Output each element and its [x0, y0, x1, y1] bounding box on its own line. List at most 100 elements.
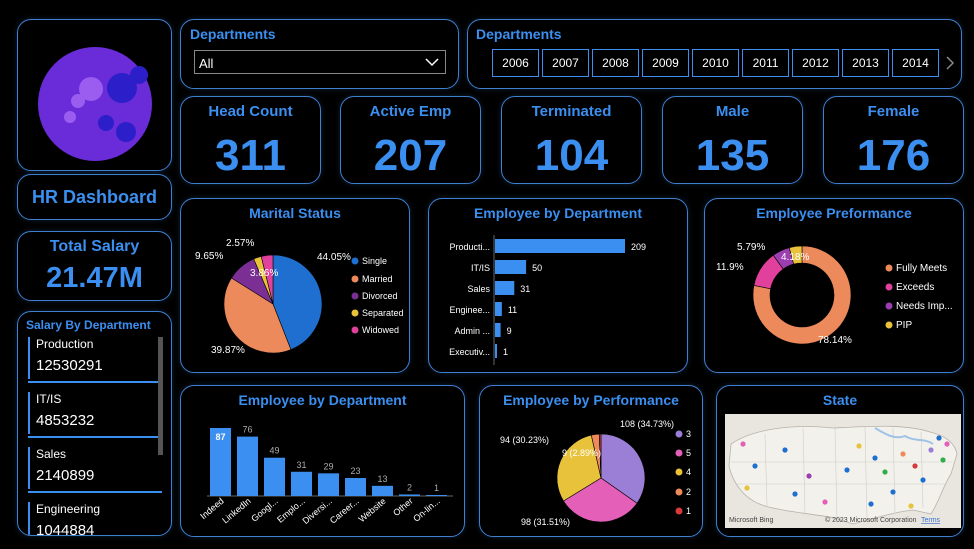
us-map[interactable]: Microsoft Bing © 2023 Microsoft Corporat… — [725, 414, 961, 528]
donut-legend-exceeds: Exceeds — [896, 282, 934, 293]
performance-donut-chart: Employee Preformance 78.14% 11.9% 5.79% … — [704, 198, 964, 373]
hbar-value-1: 50 — [532, 263, 542, 273]
total-salary-label: Total Salary — [49, 238, 140, 255]
vbar-category-2: Googl... — [249, 496, 280, 524]
vbar-category-6: Website — [357, 496, 388, 524]
year-2007-button[interactable]: 2007 — [542, 49, 589, 77]
kpi-active-emp-label: Active Emp — [369, 103, 452, 120]
year-2011-button[interactable]: 2011 — [742, 49, 789, 77]
hbar-category-4: Admin ... — [454, 326, 490, 336]
pie1-label-divorced: 9.65% — [195, 251, 223, 262]
map-attribution: © 2023 Microsoft Corporation — [825, 516, 917, 524]
vbar-bar-7[interactable] — [399, 494, 420, 496]
year-2006-button[interactable]: 2006 — [492, 49, 539, 77]
kpi-active-emp-value: 207 — [373, 131, 448, 180]
logo-card — [17, 19, 172, 171]
vbar-bar-6[interactable] — [372, 485, 393, 496]
hbar-value-5: 1 — [503, 347, 508, 357]
pie2-legend-2: 2 — [686, 487, 691, 497]
map-terms-link: Terms — [921, 517, 941, 524]
vbar-category-1: LinkedIn — [220, 496, 252, 526]
hbar-bar-4[interactable] — [495, 323, 501, 337]
pie1-legend-separated: Separated — [362, 308, 404, 318]
kpi-female: Female 176 — [823, 96, 964, 184]
kpi-female-label: Female — [867, 103, 920, 120]
kpi-head-count: Head Count 311 — [180, 96, 321, 184]
pie2-legend-1: 1 — [686, 506, 691, 516]
donut-legend-fully-meets: Fully Meets — [896, 263, 947, 274]
vbar-bar-2[interactable] — [264, 457, 285, 496]
performance-pie-chart: Employee by Performance 108 (34.73%) 98 … — [479, 385, 703, 537]
vbar-bar-5[interactable] — [345, 478, 366, 496]
vbar-bar-8[interactable] — [426, 495, 447, 496]
year-2012-button[interactable]: 2012 — [792, 49, 839, 77]
hbar-category-1: IT/IS — [471, 263, 490, 273]
kpi-head-count-value: 311 — [215, 131, 286, 180]
year-2009-button[interactable]: 2009 — [642, 49, 689, 77]
hbar-bar-0[interactable] — [495, 239, 625, 253]
hbar-bar-1[interactable] — [495, 260, 527, 274]
donut-label-exceeds: 11.9% — [716, 262, 744, 273]
hbar-value-4: 9 — [507, 326, 512, 336]
hbar-category-3: Enginee... — [449, 305, 490, 315]
department-slicer: Departments All — [180, 19, 459, 89]
year-2010-button[interactable]: 2010 — [692, 49, 739, 77]
kpi-male: Male 135 — [662, 96, 803, 184]
pie1-legend-widowed: Widowed — [362, 325, 399, 335]
chevron-right-icon[interactable] — [945, 56, 955, 70]
vbar-bar-3[interactable] — [291, 471, 312, 496]
pie2-legend-4: 4 — [686, 467, 691, 477]
hbar-value-2: 31 — [520, 284, 530, 294]
pie1-label-married: 39.87% — [211, 345, 245, 356]
pie2-label-4: 94 (30.23%) — [500, 435, 549, 445]
dept-hbar-chart: Employee by Department 209 Producti... 50 I… — [428, 198, 688, 373]
hbar-category-5: Executiv... — [449, 347, 490, 357]
vbar-value-1: 76 — [242, 425, 252, 435]
donut-legend-pip: PIP — [896, 320, 912, 331]
vbar-category-4: Diversi... — [301, 496, 334, 526]
donut-legend-needs-imp: Needs Imp... — [896, 301, 953, 312]
pie2-label-5: 98 (31.51%) — [521, 517, 570, 527]
vbar-bar-4[interactable] — [318, 473, 339, 496]
dept-vbar-plot: 87Indeed76LinkedIn49Googl...31Emplo...29… — [198, 425, 453, 526]
vbar-bar-1[interactable] — [237, 436, 258, 496]
pie1-legend-single: Single — [362, 256, 387, 266]
salary-by-dept-title: Salary By Department — [26, 318, 151, 332]
chevron-down-icon — [425, 58, 439, 67]
vbar-value-4: 29 — [323, 461, 333, 471]
pie1-label-widowed: 3.86% — [250, 268, 278, 279]
vbar-category-7: Other — [391, 496, 415, 518]
kpi-terminated-label: Terminated — [531, 103, 612, 120]
kpi-male-label: Male — [715, 103, 750, 120]
year-2008-button[interactable]: 2008 — [592, 49, 639, 77]
kpi-terminated-value: 104 — [534, 131, 609, 180]
dashboard-title: HR Dashboard — [31, 187, 157, 207]
year-2014-button[interactable]: 2014 — [892, 49, 939, 77]
dashboard-title-card: HR Dashboard — [17, 174, 172, 220]
pie2-label-2: 9 (2.89%) — [562, 448, 601, 458]
hbar-bar-2[interactable] — [495, 281, 515, 295]
kpi-male-value: 135 — [695, 131, 770, 180]
performance-pie-plot: 108 (34.73%) 98 (31.51%) 94 (30.23%) 9 (… — [500, 419, 691, 527]
hbar-bar-5[interactable] — [495, 344, 497, 358]
vbar-value-5: 23 — [350, 466, 360, 476]
total-salary-card: Total Salary 21.47M — [17, 231, 172, 301]
vbar-value-2: 49 — [269, 446, 279, 456]
pie1-label-single: 44.05% — [317, 252, 351, 263]
salary-list-scrollbar[interactable] — [158, 337, 163, 455]
pie2-legend-3: 3 — [686, 429, 691, 439]
donut-label-needs-imp: 5.79% — [737, 242, 765, 253]
pie1-legend-divorced: Divorced — [362, 291, 398, 301]
marital-status-pie: 44.05% 39.87% 9.65% 2.57% 3.86% Single M… — [195, 238, 404, 356]
department-dropdown[interactable]: All — [194, 50, 446, 74]
donut-legend: Fully Meets Exceeds Needs Imp... PIP — [885, 263, 953, 331]
pie1-label-separated: 2.57% — [226, 238, 254, 249]
vbar-category-5: Career... — [328, 496, 361, 526]
year-2013-button[interactable]: 2013 — [842, 49, 889, 77]
pie1-legend-married: Married — [362, 274, 393, 284]
kpi-female-value: 176 — [856, 131, 931, 180]
kpi-active-emp: Active Emp 207 — [340, 96, 481, 184]
hbar-bar-3[interactable] — [495, 302, 502, 316]
state-map-title: State — [822, 392, 858, 408]
pie1-legend: Single Married Divorced Separated Widowe… — [351, 256, 404, 335]
